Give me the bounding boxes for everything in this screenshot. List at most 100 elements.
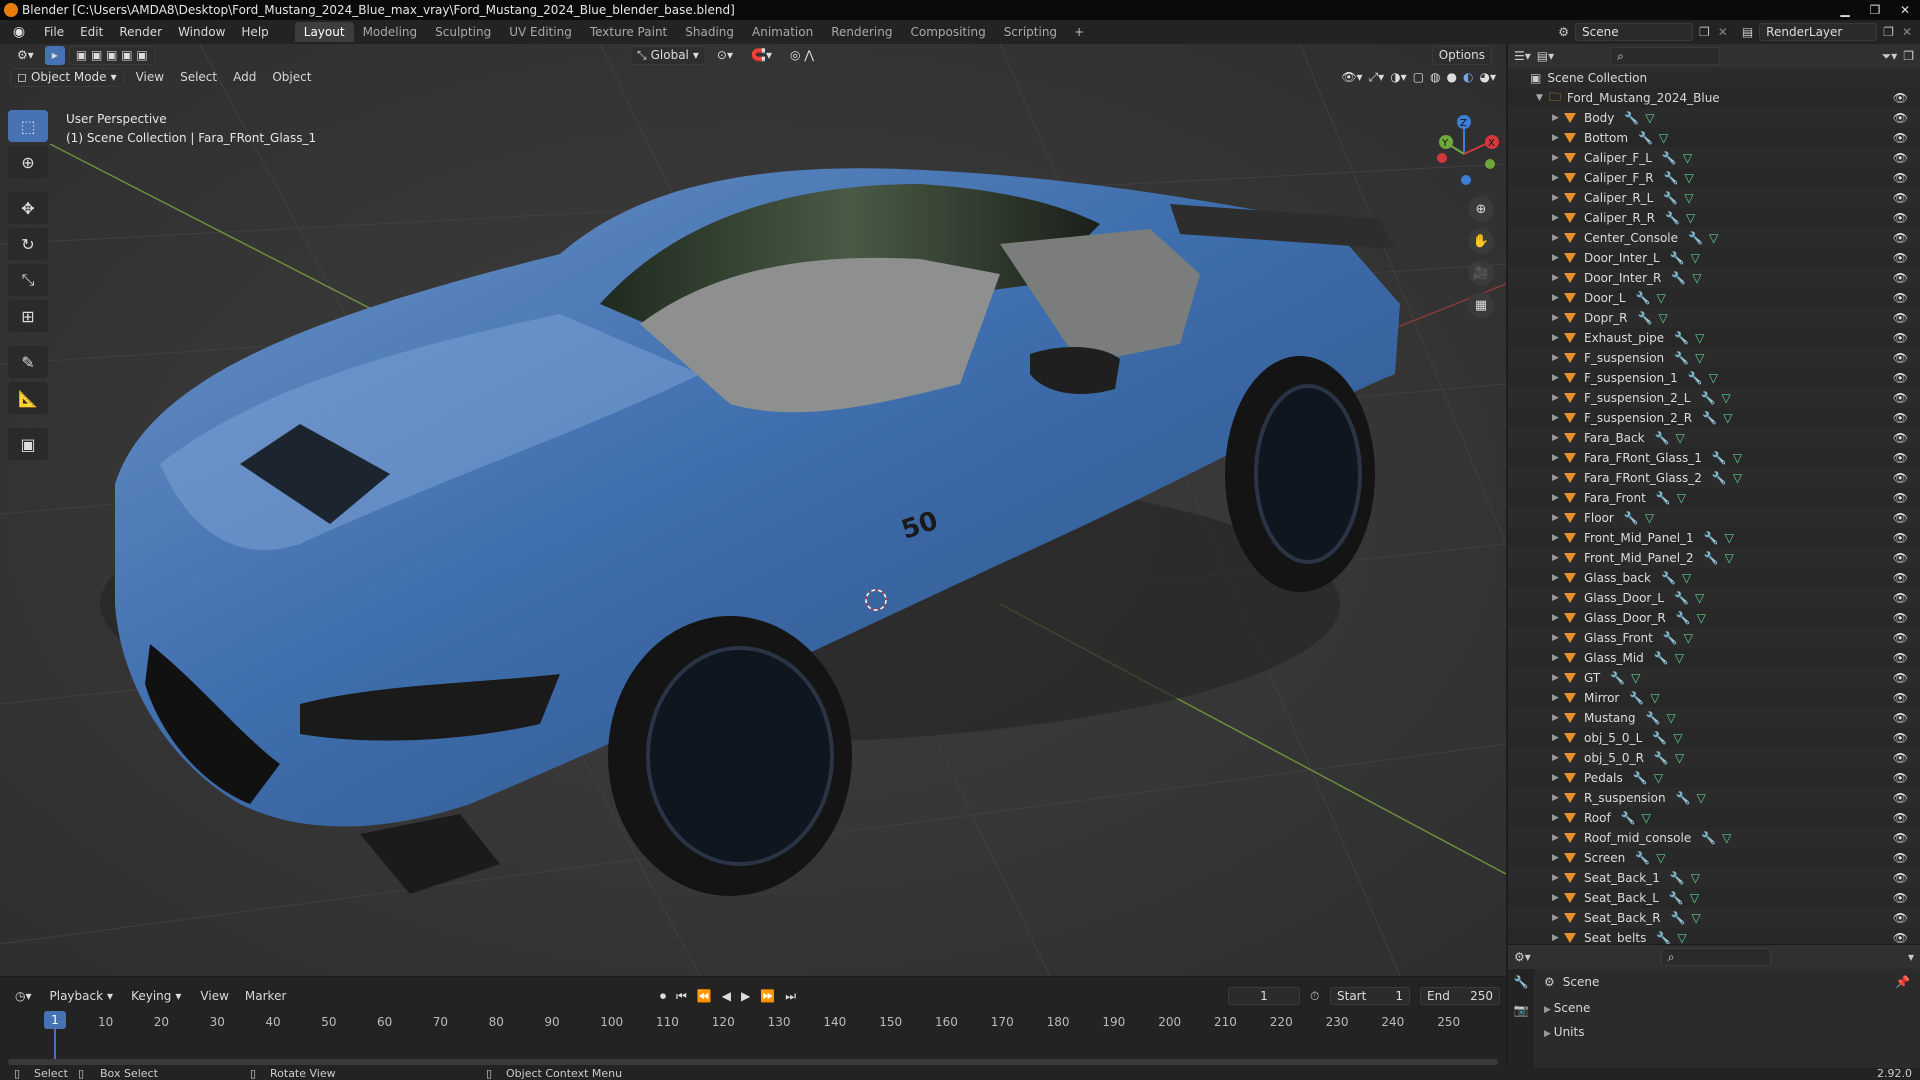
eye-icon[interactable]: 👁 (1893, 808, 1908, 828)
outliner-search-input[interactable]: ⌕ (1610, 47, 1721, 65)
mesh-data-icon[interactable]: ▽ (1673, 728, 1682, 748)
properties-options-icon[interactable]: ▾ (1908, 950, 1914, 964)
expand-arrow-icon[interactable]: ▶ (1552, 888, 1564, 908)
eye-icon[interactable]: 👁 (1893, 648, 1908, 668)
outliner-item[interactable]: ▶ Seat_Back_L 🔧 ▽ 👁 (1508, 888, 1920, 908)
editor-type-icon[interactable]: ⚙▾ (10, 46, 41, 65)
modifier-icon[interactable]: 🔧 (1652, 728, 1667, 748)
expand-arrow-icon[interactable]: ▶ (1552, 608, 1564, 628)
ortho-grid-icon[interactable]: ▦ (1468, 292, 1494, 318)
keying-menu[interactable]: Keying ▾ (124, 987, 188, 1006)
expand-arrow-icon[interactable]: ▶ (1552, 548, 1564, 568)
modifier-icon[interactable]: 🔧 (1674, 588, 1689, 608)
modifier-icon[interactable]: 🔧 (1633, 768, 1648, 788)
mesh-data-icon[interactable]: ▽ (1676, 428, 1685, 448)
play-reverse-icon[interactable]: ◀ (722, 989, 731, 1004)
expand-arrow-icon[interactable]: ▼ (1536, 93, 1543, 103)
outliner-item[interactable]: ▶ Caliper_F_R 🔧 ▽ 👁 (1508, 168, 1920, 188)
expand-arrow-icon[interactable]: ▶ (1552, 508, 1564, 528)
outliner-item[interactable]: ▶ Roof 🔧 ▽ 👁 (1508, 808, 1920, 828)
eye-icon[interactable]: 👁 (1893, 868, 1908, 888)
mesh-data-icon[interactable]: ▽ (1656, 848, 1665, 868)
modifier-icon[interactable]: 🔧 (1665, 208, 1680, 228)
outliner-item[interactable]: ▶ Glass_Mid 🔧 ▽ 👁 (1508, 648, 1920, 668)
mesh-data-icon[interactable]: ▽ (1650, 688, 1659, 708)
outliner-item[interactable]: ▶ Seat_Back_R 🔧 ▽ 👁 (1508, 908, 1920, 928)
eye-icon[interactable]: 👁 (1893, 588, 1908, 608)
copy-scene-icon[interactable]: ❐ (1699, 25, 1710, 39)
render-layer-field[interactable]: RenderLayer (1759, 23, 1878, 41)
mesh-data-icon[interactable]: ▽ (1631, 668, 1640, 688)
menu-file[interactable]: File (36, 25, 72, 39)
3d-viewport[interactable]: 50 ⚙▾ ▸ ▣ ▣ ▣ ▣ ▣ ⤡ Global ▾ ⊙▾ 🧲▾ ◎ ⋀ Opt… (0, 44, 1506, 976)
tab-modeling[interactable]: Modeling (354, 22, 427, 42)
expand-arrow-icon[interactable]: ▶ (1552, 648, 1564, 668)
modifier-icon[interactable]: 🔧 (1624, 508, 1639, 528)
add-workspace-icon[interactable]: + (1066, 25, 1092, 39)
menu-edit[interactable]: Edit (72, 25, 111, 39)
outliner-item[interactable]: ▶ Glass_Door_L 🔧 ▽ 👁 (1508, 588, 1920, 608)
viewport-menu-add[interactable]: Add (225, 70, 264, 84)
modifier-icon[interactable]: 🔧 (1654, 748, 1669, 768)
tool-settings-icon[interactable]: 🔧 (1508, 975, 1534, 989)
outliner-editor-icon[interactable]: ☰▾ (1514, 49, 1531, 63)
expand-arrow-icon[interactable]: ▶ (1552, 328, 1564, 348)
jump-end-icon[interactable]: ⏭ (785, 989, 796, 1004)
eye-icon[interactable]: 👁 (1893, 508, 1908, 528)
xray-icon[interactable]: ▢ (1413, 70, 1424, 85)
modifier-icon[interactable]: 🔧 (1688, 228, 1703, 248)
eye-icon[interactable]: 👁 (1893, 848, 1908, 868)
outliner-item[interactable]: ▶ Mustang 🔧 ▽ 👁 (1508, 708, 1920, 728)
expand-arrow-icon[interactable]: ▶ (1552, 668, 1564, 688)
eye-icon[interactable]: 👁 (1893, 608, 1908, 628)
expand-arrow-icon[interactable]: ▶ (1552, 308, 1564, 328)
modifier-icon[interactable]: 🔧 (1654, 648, 1669, 668)
material-shading-icon[interactable]: ◐ (1463, 70, 1473, 85)
current-frame-field[interactable]: 1 (1228, 987, 1300, 1005)
tab-layout[interactable]: Layout (294, 22, 354, 42)
expand-arrow-icon[interactable]: ▶ (1552, 908, 1564, 928)
modifier-icon[interactable]: 🔧 (1688, 368, 1703, 388)
viewport-menu-object[interactable]: Object (264, 70, 319, 84)
eye-icon[interactable]: 👁 (1893, 568, 1908, 588)
wireframe-shading-icon[interactable]: ◍ (1430, 70, 1440, 85)
expand-arrow-icon[interactable]: ▶ (1552, 348, 1564, 368)
outliner-item[interactable]: ▶ F_suspension 🔧 ▽ 👁 (1508, 348, 1920, 368)
timeline-view-menu[interactable]: View (192, 989, 236, 1003)
expand-arrow-icon[interactable]: ▶ (1552, 428, 1564, 448)
outliner-item[interactable]: ▶ Door_Inter_L 🔧 ▽ 👁 (1508, 248, 1920, 268)
eye-icon[interactable]: 👁 (1893, 628, 1908, 648)
eye-icon[interactable]: 👁 (1893, 128, 1908, 148)
outliner-item[interactable]: ▶ Seat_Back_1 🔧 ▽ 👁 (1508, 868, 1920, 888)
timeline-scrollbar[interactable] (8, 1059, 1498, 1065)
mesh-data-icon[interactable]: ▽ (1642, 808, 1651, 828)
modifier-icon[interactable]: 🔧 (1701, 828, 1716, 848)
eye-icon[interactable]: 👁 (1893, 288, 1908, 308)
scene-field[interactable]: Scene (1575, 23, 1693, 41)
modifier-icon[interactable]: 🔧 (1646, 708, 1661, 728)
modifier-icon[interactable]: 🔧 (1702, 408, 1717, 428)
zoom-icon[interactable]: ⊕ (1468, 196, 1494, 222)
expand-arrow-icon[interactable]: ▶ (1552, 528, 1564, 548)
modifier-icon[interactable]: 🔧 (1629, 688, 1644, 708)
scale-icon[interactable]: ⤡ (8, 264, 48, 296)
eye-icon[interactable]: 👁 (1893, 91, 1908, 105)
mesh-data-icon[interactable]: ▽ (1695, 328, 1704, 348)
stopwatch-icon[interactable]: ⏱ (1310, 989, 1319, 1004)
expand-arrow-icon[interactable]: ▶ (1552, 388, 1564, 408)
mesh-data-icon[interactable]: ▽ (1645, 108, 1654, 128)
overlay-icon[interactable]: ◑▾ (1390, 70, 1407, 85)
expand-arrow-icon[interactable]: ▶ (1552, 868, 1564, 888)
mesh-data-icon[interactable]: ▽ (1709, 228, 1718, 248)
rotate-icon[interactable]: ↻ (8, 228, 48, 260)
outliner-item[interactable]: ▶ Floor 🔧 ▽ 👁 (1508, 508, 1920, 528)
mesh-data-icon[interactable]: ▽ (1725, 528, 1734, 548)
eye-icon[interactable]: 👁 (1893, 348, 1908, 368)
eye-icon[interactable]: 👁 (1893, 388, 1908, 408)
modifier-icon[interactable]: 🔧 (1670, 248, 1685, 268)
expand-arrow-icon[interactable]: ▶ (1552, 148, 1564, 168)
outliner-item[interactable]: ▶ Door_L 🔧 ▽ 👁 (1508, 288, 1920, 308)
outliner-item[interactable]: ▶ Pedals 🔧 ▽ 👁 (1508, 768, 1920, 788)
properties-editor-icon[interactable]: ⚙▾ (1514, 950, 1531, 964)
expand-arrow-icon[interactable]: ▶ (1552, 768, 1564, 788)
